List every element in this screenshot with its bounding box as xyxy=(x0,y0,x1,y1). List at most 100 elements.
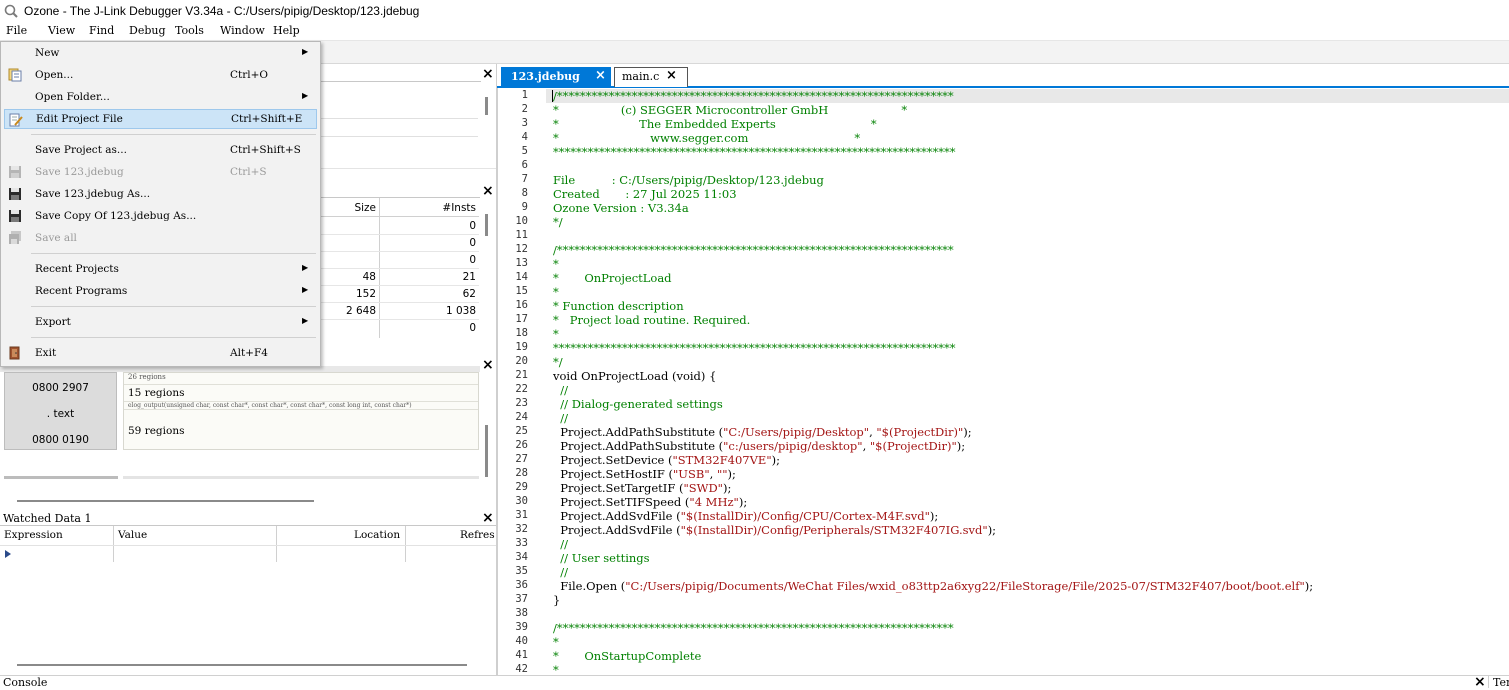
refresh-column-header[interactable]: Refres xyxy=(460,529,495,541)
address-top: 0800 2907 xyxy=(32,382,89,394)
code-line[interactable]: } xyxy=(553,593,560,607)
code-line[interactable]: // User settings xyxy=(553,551,649,565)
code-line[interactable]: */ xyxy=(553,355,563,369)
menu-help[interactable]: Help xyxy=(273,24,300,37)
code-line[interactable]: * xyxy=(553,285,559,299)
code-line[interactable]: Project.SetDevice ("STM32F407VE"); xyxy=(553,453,780,467)
code-line[interactable]: ****************************************… xyxy=(553,341,956,355)
console-title[interactable]: Console xyxy=(3,676,47,689)
code-line[interactable]: Project.SetHostIF ("USB", ""); xyxy=(553,467,736,481)
code-line[interactable]: * The Embedded Experts * xyxy=(553,117,877,131)
close-icon[interactable]: × xyxy=(482,67,494,81)
menu-debug[interactable]: Debug xyxy=(129,24,166,37)
menu-item-open[interactable]: Open... Ctrl+O xyxy=(4,65,317,85)
menu-tools[interactable]: Tools xyxy=(175,24,204,37)
menu-item-exit[interactable]: Exit Alt+F4 xyxy=(4,343,317,363)
menu-file[interactable]: File xyxy=(6,24,27,37)
code-editor[interactable]: 1 2 3 4 5 6 7 8 9 10 11 12 13 14 15 16 17 18 19 20 21 22 23 24 2… xyxy=(497,88,1509,675)
close-icon[interactable]: × xyxy=(482,184,494,198)
menu-item-edit-project-file[interactable]: Edit Project File Ctrl+Shift+E xyxy=(4,109,317,129)
insts-column-header[interactable]: #Insts xyxy=(380,202,476,214)
code-line[interactable]: * Project load routine. Required. xyxy=(553,313,750,327)
terminal-tab[interactable]: Ter xyxy=(1493,676,1509,689)
menu-item-export[interactable]: Export ▶ xyxy=(4,312,317,332)
code-line[interactable]: Created : 27 Jul 2025 11:03 xyxy=(553,187,737,201)
close-icon[interactable]: × xyxy=(482,511,494,525)
code-line[interactable]: // xyxy=(553,537,568,551)
code-line[interactable]: // xyxy=(553,383,568,397)
code-line[interactable]: Ozone Version : V3.34a xyxy=(553,201,689,215)
expression-column-header[interactable]: Expression xyxy=(4,529,63,541)
code-line[interactable]: * (c) SEGGER Microcontroller GmbH * xyxy=(553,103,907,117)
expand-arrow-icon[interactable] xyxy=(5,550,11,558)
line-number: 25 xyxy=(515,425,528,437)
regions-59-label: 59 regions xyxy=(128,425,185,437)
code-line[interactable]: File.Open ("C:/Users/pipig/Documents/WeC… xyxy=(553,579,1313,593)
menu-window[interactable]: Window xyxy=(220,24,265,37)
code-line[interactable]: Project.AddPathSubstitute ("C:/Users/pip… xyxy=(553,425,971,439)
code-line[interactable]: // xyxy=(553,411,568,425)
menu-item-recent-projects[interactable]: Recent Projects ▶ xyxy=(4,259,317,279)
memory-usage-panel: × 0800 2907 . text 0800 0190 26 regions … xyxy=(0,357,496,507)
regions-block[interactable]: 26 regions 15 regions elog_output(unsign… xyxy=(123,372,479,450)
menu-item-save-copy[interactable]: Save Copy Of 123.jdebug As... xyxy=(4,206,317,226)
horizontal-scrollbar[interactable] xyxy=(17,664,467,666)
code-line[interactable]: Project.AddPathSubstitute ("c:/users/pip… xyxy=(553,439,965,453)
menu-bar: File View Find Debug Tools Window Help xyxy=(0,22,1509,40)
line-number: 40 xyxy=(515,635,528,647)
tab-main-c[interactable]: main.c × xyxy=(614,67,688,87)
value-column-header[interactable]: Value xyxy=(118,529,147,541)
code-line[interactable]: /***************************************… xyxy=(553,243,954,257)
code-line[interactable]: * OnProjectLoad xyxy=(553,271,672,285)
scrollbar-thumb[interactable] xyxy=(485,425,488,477)
code-line[interactable]: Project.SetTargetIF ("SWD"); xyxy=(553,481,731,495)
save-disk-icon xyxy=(9,166,21,178)
code-line[interactable]: Project.AddSvdFile ("$(InstallDir)/Confi… xyxy=(553,509,938,523)
menu-item-new[interactable]: New ▶ xyxy=(4,43,317,63)
regions-15-label: 15 regions xyxy=(128,387,185,399)
line-number: 5 xyxy=(521,145,528,157)
code-line[interactable]: /***************************************… xyxy=(553,621,954,635)
code-line[interactable]: * www.segger.com * xyxy=(553,131,860,145)
code-line[interactable]: * Function description xyxy=(553,299,684,313)
code-line[interactable]: * xyxy=(553,257,559,271)
code-line[interactable]: * xyxy=(553,327,559,341)
line-number: 41 xyxy=(515,649,528,661)
line-number: 27 xyxy=(515,453,528,465)
code-line[interactable]: ****************************************… xyxy=(553,145,956,159)
scrollbar-thumb[interactable] xyxy=(485,97,488,115)
menu-item-save-project-as[interactable]: Save Project as... Ctrl+Shift+S xyxy=(4,140,317,160)
menu-view[interactable]: View xyxy=(48,24,75,37)
code-line[interactable]: Project.AddSvdFile ("$(InstallDir)/Confi… xyxy=(553,523,996,537)
memory-block[interactable]: 0800 2907 . text 0800 0190 xyxy=(4,372,117,450)
close-icon[interactable]: × xyxy=(666,68,677,83)
code-line[interactable]: /***************************************… xyxy=(553,89,954,103)
insts-cell: 0 xyxy=(469,237,476,249)
menu-item-save-file-as[interactable]: Save 123.jdebug As... xyxy=(4,184,317,204)
menu-find[interactable]: Find xyxy=(89,24,114,37)
submenu-arrow-icon: ▶ xyxy=(302,47,309,56)
menu-item-recent-programs[interactable]: Recent Programs ▶ xyxy=(4,281,317,301)
code-line[interactable]: File : C:/Users/pipig/Desktop/123.jdebug xyxy=(553,173,824,187)
menu-item-label: Save 123.jdebug As... xyxy=(35,188,151,200)
close-icon[interactable]: × xyxy=(482,358,494,372)
scrollbar-thumb[interactable] xyxy=(485,214,488,236)
submenu-arrow-icon: ▶ xyxy=(302,263,309,272)
code-line[interactable]: * OnStartupComplete xyxy=(553,649,701,663)
code-line[interactable]: * xyxy=(553,635,559,649)
location-column-header[interactable]: Location xyxy=(354,529,400,541)
code-line[interactable]: * xyxy=(553,663,559,675)
code-line[interactable]: void OnProjectLoad (void) { xyxy=(553,369,716,383)
close-icon[interactable]: × xyxy=(595,68,606,83)
code-line[interactable]: // xyxy=(553,565,568,579)
tab-123-jdebug[interactable]: 123.jdebug × xyxy=(501,67,611,87)
menu-item-save-all: Save all xyxy=(4,228,317,248)
code-line[interactable]: */ xyxy=(553,215,563,229)
close-icon[interactable]: × xyxy=(1474,675,1486,689)
code-line[interactable]: Project.SetTIFSpeed ("4 MHz"); xyxy=(553,495,747,509)
line-number: 30 xyxy=(515,495,528,507)
horizontal-scrollbar[interactable] xyxy=(17,500,314,502)
menu-item-open-folder[interactable]: Open Folder... ▶ xyxy=(4,87,317,107)
code-line[interactable]: // Dialog-generated settings xyxy=(553,397,723,411)
line-number: 1 xyxy=(521,89,528,101)
